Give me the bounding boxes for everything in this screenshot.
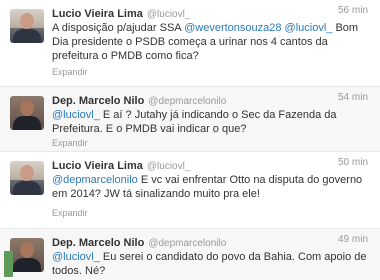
avatar[interactable]	[10, 96, 44, 130]
tweet-item[interactable]: Dep. Marcelo Nilo @depmarcelonilo 54 min …	[0, 87, 380, 152]
text-segment: A disposição p/ajudar SSA	[52, 22, 185, 34]
author-name[interactable]: Lucio Vieira Lima	[52, 160, 143, 172]
expand-link[interactable]: Expandir	[52, 67, 88, 77]
tweet-text: @luciovl_ E aí ? Jutahy já indicando o S…	[52, 108, 370, 136]
tweet-header: Lucio Vieira Lima @luciovl_ 56 min	[52, 4, 370, 20]
tweet-time[interactable]: 50 min	[338, 157, 368, 168]
tweet-item[interactable]: Lucio Vieira Lima @luciovl_ 56 min A disp…	[0, 0, 380, 87]
mention-link[interactable]: @luciovl_	[285, 22, 333, 34]
author-name[interactable]: Dep. Marcelo Nilo	[52, 95, 144, 107]
tweet-time[interactable]: 49 min	[338, 234, 368, 245]
tweet-header: Dep. Marcelo Nilo @depmarcelonilo 54 min	[52, 91, 370, 107]
mention-link[interactable]: @wevertonsouza28	[184, 22, 281, 34]
mention-link[interactable]: @luciovl_	[52, 109, 100, 121]
expand-link[interactable]: Expandir	[52, 138, 88, 148]
tweet-item[interactable]: Dep. Marcelo Nilo @depmarcelonilo 49 min …	[0, 229, 380, 280]
author-name[interactable]: Dep. Marcelo Nilo	[52, 237, 144, 249]
avatar[interactable]	[10, 161, 44, 195]
author-handle[interactable]: @depmarcelonilo	[148, 238, 226, 249]
text-segment: Eu serei o candidato do povo da Bahia. C…	[52, 251, 367, 277]
author-name[interactable]: Lucio Vieira Lima	[52, 8, 143, 20]
tweet-time[interactable]: 54 min	[338, 92, 368, 103]
author-handle[interactable]: @luciovl_	[147, 9, 191, 20]
tweet-item[interactable]: Lucio Vieira Lima @luciovl_ 50 min @depma…	[0, 152, 380, 229]
tweet-time[interactable]: 56 min	[338, 5, 368, 16]
avatar[interactable]	[10, 238, 44, 272]
expand-link[interactable]: Expandir	[52, 208, 88, 218]
author-handle[interactable]: @depmarcelonilo	[148, 96, 226, 107]
avatar[interactable]	[10, 9, 44, 43]
tweet-header: Lucio Vieira Lima @luciovl_ 50 min	[52, 156, 370, 172]
scroll-nav-handle[interactable]	[4, 251, 13, 277]
tweet-text: @depmarcelonilo E vc vai enfrentar Otto …	[52, 173, 370, 201]
author-handle[interactable]: @luciovl_	[147, 161, 191, 172]
tweet-feed: Lucio Vieira Lima @luciovl_ 56 min A disp…	[0, 0, 380, 280]
mention-link[interactable]: @luciovl_	[52, 251, 100, 263]
tweet-header: Dep. Marcelo Nilo @depmarcelonilo 49 min	[52, 233, 370, 249]
tweet-text: @luciovl_ Eu serei o candidato do povo d…	[52, 250, 370, 278]
mention-link[interactable]: @depmarcelonilo	[52, 174, 138, 186]
tweet-text: A disposição p/ajudar SSA @wevertonsouza…	[52, 21, 370, 63]
